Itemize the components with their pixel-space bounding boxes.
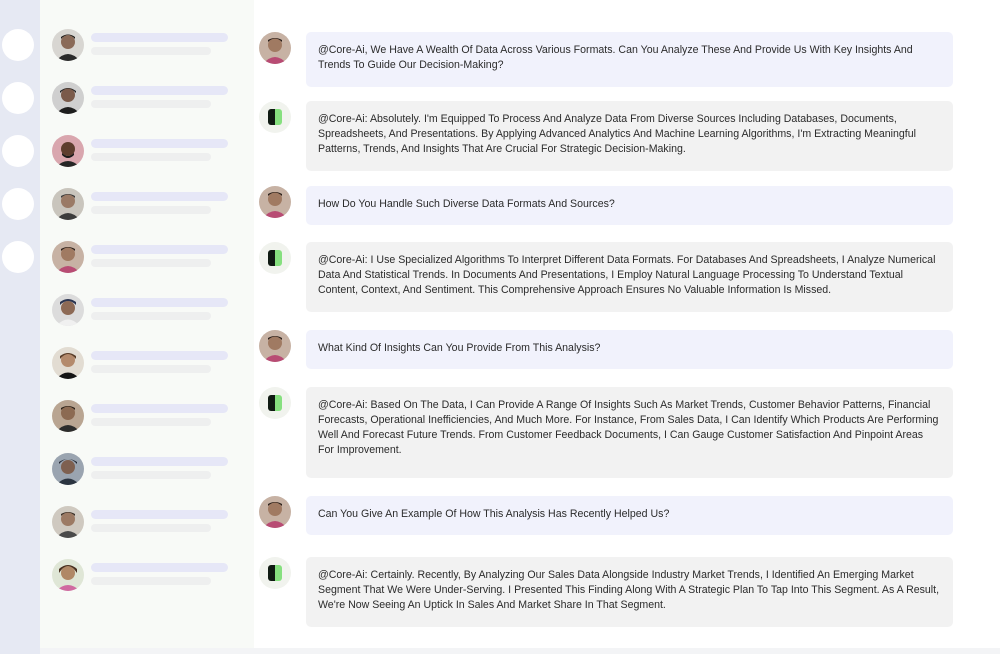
avatar <box>52 188 84 220</box>
contact-item[interactable] <box>52 135 248 171</box>
rail-item[interactable] <box>2 241 34 273</box>
avatar <box>52 506 84 538</box>
avatar <box>52 29 84 61</box>
avatar <box>52 241 84 273</box>
message-text: @Core-Ai: I Use Specialized Algorithms T… <box>306 242 953 312</box>
avatar <box>52 135 84 167</box>
contact-preview-placeholder <box>91 471 211 479</box>
rail-item[interactable] <box>2 29 34 61</box>
contact-item[interactable] <box>52 241 248 277</box>
user-avatar <box>259 496 291 528</box>
contact-name-placeholder <box>91 351 228 360</box>
contact-name-placeholder <box>91 139 228 148</box>
message-text: @Core-Ai: Absolutely. I'm Equipped To Pr… <box>306 101 953 171</box>
contact-name-placeholder <box>91 298 228 307</box>
message-text: @Core-Ai: Based On The Data, I Can Provi… <box>306 387 953 478</box>
message-text: @Core-Ai: Certainly. Recently, By Analyz… <box>306 557 953 627</box>
contact-item[interactable] <box>52 188 248 224</box>
avatar <box>52 453 84 485</box>
core-ai-logo-icon <box>259 557 291 589</box>
contact-item[interactable] <box>52 347 248 383</box>
contact-preview-placeholder <box>91 524 211 532</box>
user-avatar <box>259 330 291 362</box>
divider <box>40 648 1000 654</box>
contact-item[interactable] <box>52 29 248 65</box>
contact-name-placeholder <box>91 86 228 95</box>
contact-preview-placeholder <box>91 312 211 320</box>
contact-name-placeholder <box>91 245 228 254</box>
contact-name-placeholder <box>91 404 228 413</box>
rail-item[interactable] <box>2 82 34 114</box>
message-text: @Core-Ai, We Have A Wealth Of Data Acros… <box>306 32 953 87</box>
rail-item[interactable] <box>2 135 34 167</box>
avatar <box>52 347 84 379</box>
rail-item[interactable] <box>2 188 34 220</box>
chat-conversation: @Core-Ai, We Have A Wealth Of Data Acros… <box>254 0 1000 654</box>
message-text: What Kind Of Insights Can You Provide Fr… <box>306 330 953 369</box>
contact-preview-placeholder <box>91 153 211 161</box>
contact-item[interactable] <box>52 559 248 595</box>
contact-preview-placeholder <box>91 259 211 267</box>
contact-preview-placeholder <box>91 577 211 585</box>
contact-item[interactable] <box>52 294 248 330</box>
contact-preview-placeholder <box>91 206 211 214</box>
contact-name-placeholder <box>91 563 228 572</box>
contact-preview-placeholder <box>91 365 211 373</box>
core-ai-logo-icon <box>259 242 291 274</box>
message-text: How Do You Handle Such Diverse Data Form… <box>306 186 953 225</box>
contact-preview-placeholder <box>91 47 211 55</box>
contact-preview-placeholder <box>91 100 211 108</box>
core-ai-logo-icon <box>259 387 291 419</box>
contact-item[interactable] <box>52 82 248 118</box>
left-rail <box>0 0 40 654</box>
contact-item[interactable] <box>52 400 248 436</box>
contact-item[interactable] <box>52 506 248 542</box>
contact-name-placeholder <box>91 192 228 201</box>
contact-name-placeholder <box>91 510 228 519</box>
avatar <box>52 400 84 432</box>
user-avatar <box>259 32 291 64</box>
contact-preview-placeholder <box>91 418 211 426</box>
core-ai-logo-icon <box>259 101 291 133</box>
contacts-list <box>40 0 254 654</box>
contact-item[interactable] <box>52 453 248 489</box>
message-text: Can You Give An Example Of How This Anal… <box>306 496 953 535</box>
user-avatar <box>259 186 291 218</box>
avatar <box>52 82 84 114</box>
contact-name-placeholder <box>91 457 228 466</box>
avatar <box>52 559 84 591</box>
contact-name-placeholder <box>91 33 228 42</box>
avatar <box>52 294 84 326</box>
